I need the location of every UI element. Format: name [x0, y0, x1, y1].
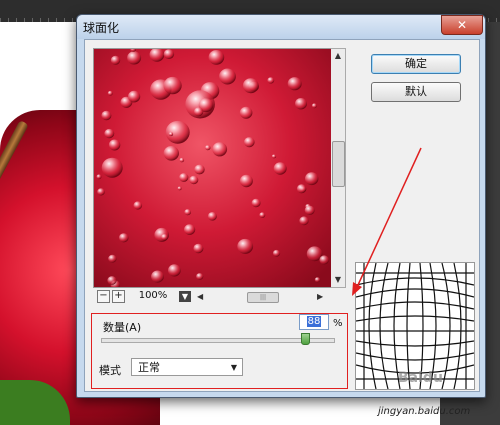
- water-drop: [179, 157, 185, 163]
- zoom-level: 100%: [138, 290, 168, 301]
- water-drop: [193, 107, 204, 117]
- water-drop: [239, 174, 253, 188]
- water-drop: [193, 243, 204, 254]
- zoom-out-button[interactable]: −: [97, 290, 110, 303]
- minus-icon: −: [99, 290, 108, 301]
- amount-unit: %: [333, 318, 343, 329]
- water-drop: [219, 68, 236, 85]
- water-drop: [107, 276, 117, 285]
- water-drop: [110, 55, 121, 65]
- water-drops-preview: [94, 49, 332, 287]
- water-drop: [207, 212, 217, 221]
- water-drop: [168, 264, 181, 277]
- water-drop: [311, 103, 317, 109]
- close-icon: ✕: [456, 18, 468, 32]
- amount-label: 数量(A): [103, 321, 142, 334]
- water-drop: [189, 175, 199, 185]
- water-drop: [107, 90, 113, 96]
- water-drop: [101, 110, 112, 121]
- water-drop: [242, 78, 259, 94]
- water-drop: [179, 173, 189, 182]
- watermark-url: jingyan.baidu.com: [378, 406, 471, 417]
- mode-select[interactable]: 正常 ▼: [131, 358, 243, 376]
- mode-selected-value: 正常: [138, 361, 160, 374]
- water-drop: [296, 184, 307, 194]
- water-drop: [184, 209, 191, 216]
- preview-vertical-scrollbar[interactable]: ▲ ▼: [331, 48, 346, 288]
- plus-icon: +: [114, 290, 123, 301]
- ok-button[interactable]: 确定: [371, 54, 461, 74]
- water-drop: [151, 270, 164, 283]
- water-drop: [196, 273, 204, 280]
- scroll-down-icon[interactable]: ▼: [331, 273, 345, 287]
- scroll-left-icon[interactable]: ◀: [197, 290, 207, 303]
- scroll-thumb[interactable]: [332, 141, 345, 187]
- dialog-titlebar[interactable]: 球面化 ✕: [77, 15, 485, 39]
- water-drop: [272, 249, 281, 257]
- spherize-dialog: 球面化 ✕ ▲ ▼ − + 100% ▼ ◀ ||| ▶ 确定 默认 数量(A)…: [76, 14, 486, 398]
- water-drop: [287, 77, 302, 91]
- mode-label: 模式: [99, 364, 121, 377]
- water-drop: [177, 186, 182, 191]
- water-drop: [194, 164, 205, 175]
- water-drop: [133, 201, 143, 210]
- water-drop: [244, 137, 255, 148]
- water-drop: [184, 224, 196, 235]
- chevron-down-icon: ▼: [230, 363, 237, 372]
- water-drop: [251, 198, 261, 208]
- water-drop: [96, 174, 102, 180]
- water-drop: [101, 157, 123, 178]
- scroll-up-icon[interactable]: ▲: [331, 49, 345, 63]
- amount-input[interactable]: 88: [299, 314, 329, 330]
- water-drop: [273, 162, 287, 175]
- filter-preview[interactable]: [93, 48, 333, 288]
- amount-slider-track[interactable]: [101, 338, 335, 343]
- water-drop: [259, 212, 266, 218]
- zoom-bar: − + 100% ▼ ◀ ||| ▶: [93, 289, 345, 305]
- water-drop: [161, 234, 168, 241]
- water-drop: [212, 142, 228, 157]
- dialog-title: 球面化: [83, 21, 120, 35]
- water-drop: [205, 145, 211, 151]
- water-drop: [127, 51, 142, 65]
- water-drop: [108, 139, 121, 151]
- water-drop: [299, 216, 309, 226]
- water-drop: [163, 146, 179, 161]
- water-drop: [163, 49, 175, 59]
- water-drop: [165, 120, 190, 144]
- preview-horizontal-scrollbar[interactable]: ◀ ||| ▶: [197, 290, 325, 303]
- water-drop: [267, 77, 275, 84]
- water-drop: [304, 205, 315, 215]
- water-drop: [108, 254, 117, 263]
- zoom-dropdown-button[interactable]: ▼: [179, 291, 191, 302]
- water-drop: [305, 172, 319, 186]
- close-button[interactable]: ✕: [441, 15, 483, 35]
- water-drop: [208, 50, 225, 65]
- water-drop: [104, 128, 115, 139]
- water-drop: [97, 188, 105, 196]
- water-drop: [163, 76, 182, 95]
- water-drop: [295, 98, 307, 110]
- default-button[interactable]: 默认: [371, 82, 461, 102]
- baidu-logo: Baidu: [398, 370, 443, 386]
- scroll-right-icon[interactable]: ▶: [317, 290, 327, 303]
- amount-slider-handle[interactable]: [301, 333, 311, 345]
- water-drop: [237, 238, 254, 254]
- water-drop: [314, 277, 321, 283]
- water-drop: [239, 106, 253, 119]
- water-drop: [128, 90, 141, 103]
- amount-value: 88: [306, 316, 322, 327]
- water-drop: [271, 154, 277, 159]
- zoom-in-button[interactable]: +: [112, 290, 125, 303]
- water-drop: [119, 233, 129, 243]
- scroll-thumb-horizontal[interactable]: |||: [247, 292, 279, 303]
- dialog-client-area: ▲ ▼ − + 100% ▼ ◀ ||| ▶ 确定 默认 数量(A) 88 % …: [84, 39, 480, 392]
- water-drop: [319, 255, 329, 265]
- chevron-down-icon: ▼: [181, 292, 189, 301]
- water-drop: [168, 132, 174, 137]
